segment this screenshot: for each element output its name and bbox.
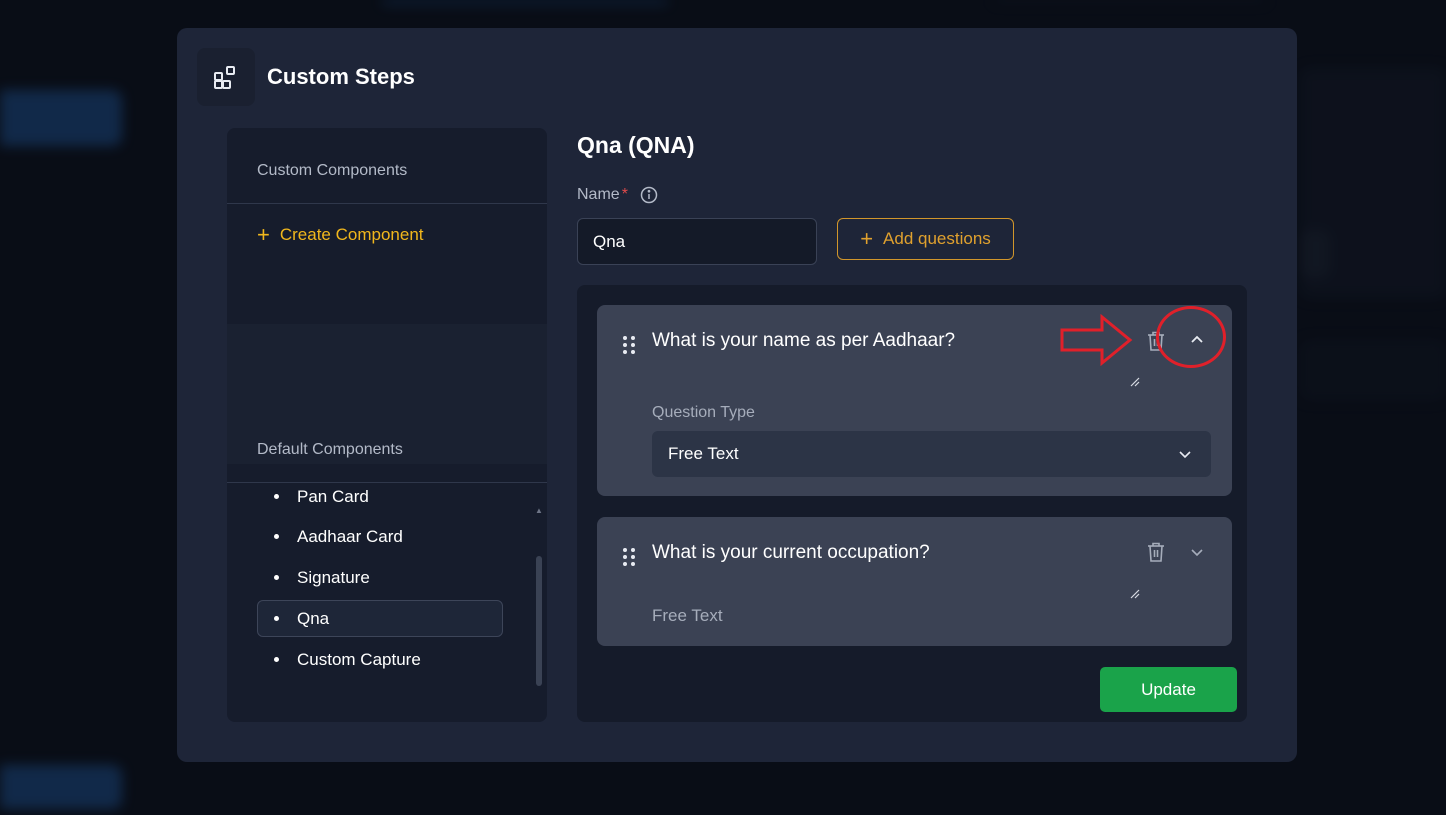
sidebar-item-aadhaar-card[interactable]: Aadhaar Card bbox=[257, 518, 503, 555]
blocks-icon bbox=[197, 48, 255, 106]
drag-handle-icon[interactable] bbox=[623, 336, 635, 354]
resize-handle-icon[interactable] bbox=[1130, 374, 1140, 392]
sidebar-item-label: Aadhaar Card bbox=[297, 526, 403, 546]
divider bbox=[227, 203, 547, 204]
name-input[interactable]: Qna bbox=[577, 218, 817, 265]
bullet bbox=[274, 534, 279, 539]
custom-steps-modal: Custom Steps Custom Components + Create … bbox=[177, 28, 1297, 762]
sidebar-item-pan-card[interactable]: Pan Card bbox=[257, 484, 503, 515]
required-mark: * bbox=[621, 186, 628, 203]
question-type-value: Free Text bbox=[652, 606, 723, 625]
question-text[interactable]: What is your current occupation? bbox=[652, 542, 930, 564]
question-text[interactable]: What is your name as per Aadhaar? bbox=[652, 330, 955, 352]
bullet bbox=[274, 494, 279, 499]
custom-components-heading: Custom Components bbox=[257, 162, 408, 179]
sidebar-item-label: Custom Capture bbox=[297, 649, 421, 669]
default-components-heading: Default Components bbox=[257, 441, 403, 458]
sidebar-scrollbar[interactable] bbox=[536, 556, 542, 686]
scroll-up-icon[interactable]: ▲ bbox=[535, 506, 543, 515]
annotation-circle bbox=[1156, 306, 1226, 368]
question-type-value: Free Text bbox=[668, 444, 739, 463]
chevron-down-icon bbox=[1177, 448, 1193, 460]
question-card: What is your name as per Aadhaar? Questi… bbox=[597, 305, 1232, 496]
questions-panel: What is your name as per Aadhaar? Questi… bbox=[577, 285, 1247, 722]
add-questions-label: Add questions bbox=[883, 229, 991, 248]
bullet bbox=[274, 657, 279, 662]
add-questions-button[interactable]: + Add questions bbox=[837, 218, 1014, 260]
plus-icon: + bbox=[860, 226, 874, 251]
name-label: Name * bbox=[577, 186, 658, 204]
chevron-down-icon[interactable] bbox=[1189, 546, 1205, 558]
question-type-select[interactable]: Free Text bbox=[652, 431, 1211, 477]
create-component-button[interactable]: + Create Component bbox=[257, 224, 424, 246]
update-button[interactable]: Update bbox=[1100, 667, 1237, 712]
question-card: What is your current occupation? Free Te… bbox=[597, 517, 1232, 646]
component-title: Qna (QNA) bbox=[577, 132, 695, 158]
plus-icon: + bbox=[257, 222, 270, 247]
annotation-arrow-icon bbox=[1060, 313, 1134, 371]
sidebar-item-signature[interactable]: Signature bbox=[257, 559, 503, 596]
name-label-text: Name bbox=[577, 186, 620, 203]
question-type-label: Question Type bbox=[652, 404, 755, 421]
bullet bbox=[274, 616, 279, 621]
components-sidebar: Custom Components + Create Component Def… bbox=[227, 128, 547, 722]
sidebar-item-label: Qna bbox=[297, 608, 330, 628]
sidebar-item-custom-capture[interactable]: Custom Capture bbox=[257, 641, 503, 678]
modal-header: Custom Steps bbox=[197, 48, 415, 106]
trash-icon[interactable] bbox=[1146, 541, 1166, 563]
resize-handle-icon[interactable] bbox=[1130, 586, 1140, 604]
sidebar-item-label: Pan Card bbox=[297, 486, 369, 506]
bullet bbox=[274, 575, 279, 580]
modal-title: Custom Steps bbox=[267, 64, 415, 89]
sidebar-item-qna[interactable]: Qna bbox=[257, 600, 503, 637]
create-component-label: Create Component bbox=[279, 225, 424, 244]
divider bbox=[227, 482, 547, 483]
info-icon[interactable] bbox=[640, 186, 658, 204]
default-components-list: Pan Card Aadhaar Card Signature Qna Cust… bbox=[257, 484, 535, 696]
drag-handle-icon[interactable] bbox=[623, 548, 635, 566]
sidebar-item-label: Signature bbox=[297, 567, 370, 587]
